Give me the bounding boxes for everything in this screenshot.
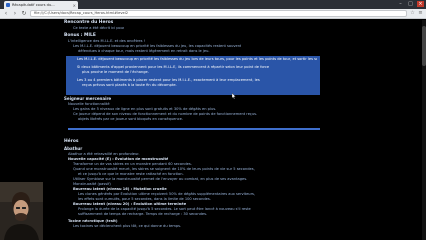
back-button[interactable]: ‹ (3, 10, 9, 18)
document-content: Rencontre du Heros Ce texte a été décrit… (62, 20, 362, 240)
section-title-seigneur: Seigneur mercenaire (64, 96, 112, 101)
presenter-video-icon (0, 182, 43, 240)
list-item: Ce texte a été décrit ici pour (73, 26, 124, 31)
tab-close-icon[interactable]: × (73, 3, 76, 8)
list-item: défendues à chaque tour, mais restent lé… (78, 49, 210, 54)
minimize-button[interactable]: – (397, 1, 404, 7)
section-title-rencontre: Rencontre du Heros (64, 20, 114, 25)
list-item: suffisamment de temps de recharge. Temps… (78, 212, 318, 217)
tab-title: Récapitulatif cours du... (12, 3, 55, 7)
list-item: reçus prévus sont placés à la toute fin … (82, 83, 318, 88)
section-title-bonus: Bonus : MILE (64, 33, 96, 38)
horizontal-rule (68, 128, 320, 130)
mouse-cursor-icon (232, 93, 236, 99)
section-title-heros: Héros (64, 139, 79, 144)
browser-tab[interactable]: Récapitulatif cours du... × (4, 1, 78, 9)
maximize-button[interactable]: □ (407, 1, 414, 7)
page-favicon-icon (6, 3, 10, 7)
tab-bar: Récapitulatif cours du... × – □ × (0, 0, 426, 9)
close-window-button[interactable]: × (417, 1, 424, 7)
list-item: Les M.I.L.E. déjouent beaucoup en priori… (77, 57, 317, 62)
scrollbar-thumb[interactable] (422, 26, 426, 66)
text-selection-highlight: Les M.I.L.E. déjouent beaucoup en priori… (66, 56, 320, 95)
browser-toolbar: ‹ › ↻ file:///C:/Users/docs/Recap_cours_… (0, 9, 426, 19)
star-icon[interactable]: ☆ (410, 11, 415, 16)
webcam-overlay (0, 182, 43, 240)
menu-icon[interactable]: ≡ (418, 11, 423, 16)
list-item: plus proche le moment de l'échange. (82, 70, 318, 75)
window-controls: – □ × (397, 1, 424, 7)
list-item: objets libérés par ce joueur sont bloqué… (78, 117, 303, 122)
reload-button[interactable]: ↻ (21, 10, 27, 18)
forward-button[interactable]: › (12, 10, 18, 18)
list-item: Les toxines se déclenchent plus tôt, ce … (73, 224, 181, 229)
address-bar[interactable]: file:///C:/Users/docs/Recap_cours_Heros.… (30, 10, 407, 17)
section-title-abathur: Abathur (64, 146, 83, 151)
